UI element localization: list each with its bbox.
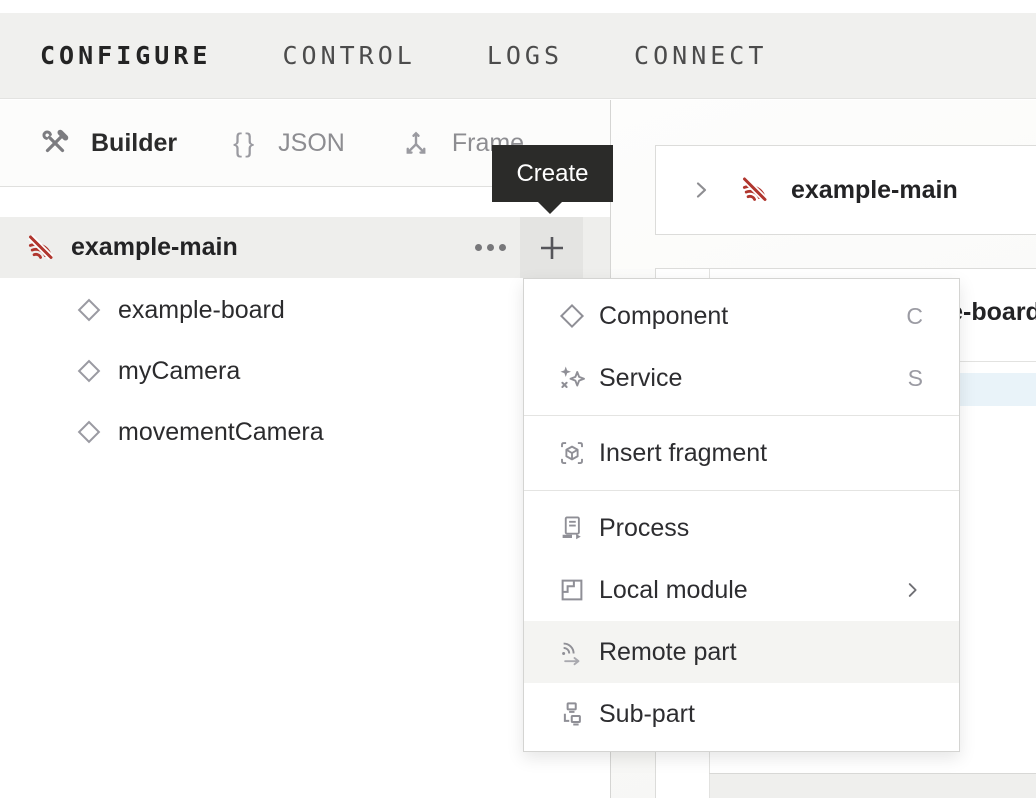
menu-item-component[interactable]: Component C	[524, 285, 959, 347]
tree-child-label: myCamera	[118, 357, 240, 386]
menu-item-process[interactable]: Process	[524, 497, 959, 559]
menu-section-advanced: Process Local module	[524, 490, 959, 751]
tree-row-example-board[interactable]: example-board	[0, 280, 610, 341]
subpart-icon	[557, 699, 587, 729]
tree-child-label: example-board	[118, 296, 285, 325]
tab-connect[interactable]: CONNECT	[634, 41, 767, 70]
more-icon	[475, 244, 482, 251]
menu-item-label: Remote part	[599, 638, 923, 667]
create-tooltip: Create	[492, 145, 613, 202]
create-button[interactable]	[520, 217, 583, 278]
component-icon	[557, 301, 587, 331]
remote-signal-icon	[557, 637, 587, 667]
submenu-chevron-icon	[901, 579, 923, 601]
menu-item-label: Process	[599, 514, 923, 543]
menu-item-remote-part[interactable]: Remote part	[524, 621, 959, 683]
menu-item-label: Local module	[599, 576, 901, 605]
tree-root-label: example-main	[71, 217, 238, 278]
module-icon	[557, 575, 587, 605]
more-options-button[interactable]	[462, 217, 518, 278]
menu-item-local-module[interactable]: Local module	[524, 559, 959, 621]
process-icon	[557, 513, 587, 543]
braces-icon: {}	[233, 128, 257, 159]
menu-section-fragment: Insert fragment	[524, 415, 959, 490]
tab-control[interactable]: CONTROL	[282, 41, 415, 70]
menu-item-label: Sub-part	[599, 700, 923, 729]
menu-item-service[interactable]: Service S	[524, 347, 959, 409]
plus-icon	[537, 233, 567, 263]
create-menu: Component C Service S	[523, 278, 960, 752]
chevron-right-icon[interactable]	[689, 178, 713, 202]
component-diamond-icon	[75, 418, 103, 451]
tree-row-movementcamera[interactable]: movementCamera	[0, 402, 610, 463]
offline-icon	[24, 232, 56, 269]
card-footer-strip	[710, 774, 1036, 798]
menu-item-label: Insert fragment	[599, 439, 923, 468]
tab-builder[interactable]: Builder	[40, 128, 177, 158]
app-window: CONFIGURE CONTROL LOGS CONNECT Builder {…	[0, 0, 1036, 798]
menu-item-label: Service	[599, 364, 908, 393]
menu-item-label: Component	[599, 302, 906, 331]
card-example-main[interactable]: example-main	[655, 145, 1036, 235]
card-title: example-main	[791, 176, 958, 205]
component-diamond-icon	[75, 296, 103, 329]
menu-item-shortcut: S	[908, 365, 923, 392]
tab-json[interactable]: {} JSON	[233, 128, 345, 159]
component-diamond-icon	[75, 357, 103, 390]
tab-json-label: JSON	[278, 129, 345, 158]
fragment-cube-icon	[557, 438, 587, 468]
tools-icon	[40, 128, 70, 158]
tree-row-mycamera[interactable]: myCamera	[0, 341, 610, 402]
menu-section-resources: Component C Service S	[524, 279, 959, 415]
menu-item-insert-fragment[interactable]: Insert fragment	[524, 422, 959, 484]
menu-item-sub-part[interactable]: Sub-part	[524, 683, 959, 745]
menu-item-shortcut: C	[906, 303, 923, 330]
service-sparkles-icon	[557, 363, 587, 393]
offline-icon	[738, 174, 770, 206]
create-tooltip-arrow	[538, 202, 562, 214]
frame-axes-icon	[401, 128, 431, 158]
tab-configure[interactable]: CONFIGURE	[40, 41, 211, 70]
main-nav: CONFIGURE CONTROL LOGS CONNECT	[0, 13, 1036, 99]
tab-logs[interactable]: LOGS	[487, 41, 563, 70]
tree-child-label: movementCamera	[118, 418, 324, 447]
tree-row-example-main[interactable]: example-main	[0, 217, 610, 278]
tab-builder-label: Builder	[91, 129, 177, 158]
